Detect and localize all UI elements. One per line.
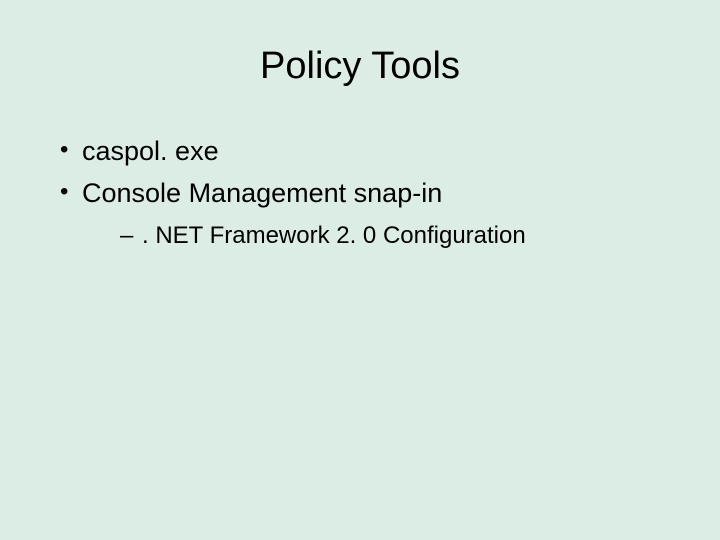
sub-list: . NET Framework 2. 0 Configuration (82, 219, 670, 253)
bullet-item: caspol. exe (60, 133, 670, 171)
slide-container: Policy Tools caspol. exe Console Managem… (0, 0, 720, 540)
sub-item-text: . NET Framework 2. 0 Configuration (142, 222, 526, 249)
bullet-list: caspol. exe Console Management snap-in .… (50, 133, 670, 252)
bullet-text: Console Management snap-in (82, 178, 442, 208)
slide-title: Policy Tools (50, 45, 670, 88)
sub-item: . NET Framework 2. 0 Configuration (120, 219, 670, 253)
bullet-text: caspol. exe (82, 136, 219, 166)
bullet-item: Console Management snap-in . NET Framewo… (60, 175, 670, 252)
